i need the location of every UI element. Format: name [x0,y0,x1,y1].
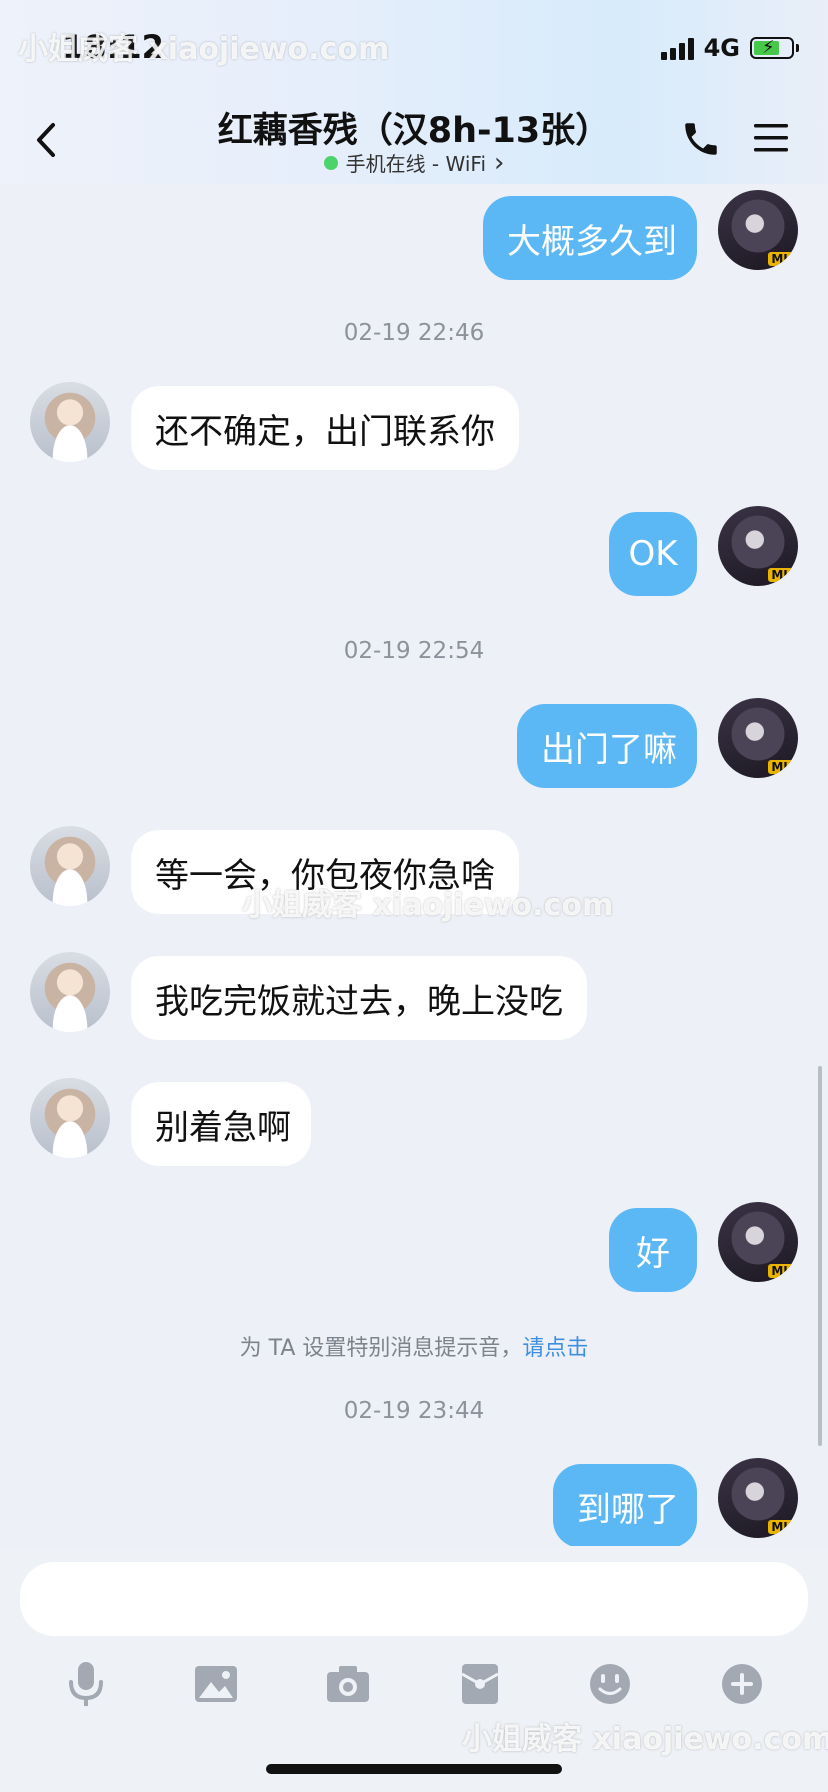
message-input[interactable] [20,1562,808,1636]
status-indicators: 4G ⚡ [660,34,799,62]
message-bubble-incoming[interactable]: 等一会，你包夜你急啥 [131,830,519,914]
chat-header: 18:12 4G ⚡ 红藕香残（汉8h-13张） 手机在线 - WiFi › [0,0,828,184]
camera-button[interactable] [318,1654,378,1714]
message-bubble-incoming[interactable]: 别着急啊 [131,1082,311,1166]
my-avatar[interactable]: MU [718,698,798,778]
camera-icon [327,1666,369,1702]
contact-avatar[interactable] [30,382,110,462]
scrollbar[interactable] [818,1066,822,1446]
message-timestamp: 02-19 22:54 [343,638,485,664]
voice-call-button[interactable] [680,118,722,160]
message-timestamp: 02-19 23:44 [343,1398,485,1424]
message-bubble-incoming[interactable]: 还不确定，出门联系你 [131,386,519,470]
phone-icon [685,123,717,155]
microphone-icon [69,1662,103,1706]
battery-icon: ⚡ [750,37,799,59]
home-indicator[interactable] [266,1764,562,1774]
my-avatar[interactable]: MU [718,1202,798,1282]
emoji-button[interactable] [580,1654,640,1714]
my-avatar[interactable]: MU [718,1458,798,1538]
message-bubble-outgoing[interactable]: 好 [609,1208,697,1292]
composer [0,1546,828,1792]
notification-tone-tip: 为 TA 设置特别消息提示音，请点击 [0,1330,828,1362]
message-bubble-outgoing[interactable]: 出门了嘛 [517,704,697,788]
network-type: 4G [703,34,740,62]
contact-avatar[interactable] [30,952,110,1032]
tip-link[interactable]: 请点击 [522,1336,588,1361]
image-icon [195,1666,237,1702]
voice-button[interactable] [56,1654,116,1714]
online-dot [323,155,338,170]
red-packet-button[interactable] [450,1654,510,1714]
plus-icon [722,1664,762,1704]
emoji-icon [590,1664,630,1704]
my-avatar[interactable]: MU [718,190,798,270]
more-button[interactable] [712,1654,772,1714]
tip-text: 为 TA 设置特别消息提示音， [239,1336,523,1361]
red-packet-icon [461,1664,499,1704]
chevron-right-icon: › [494,147,505,178]
online-status-text: 手机在线 - WiFi [345,152,487,176]
chat-settings-button[interactable] [752,120,790,156]
signal-strength-icon [660,36,694,60]
contact-avatar[interactable] [30,826,110,906]
image-button[interactable] [186,1654,246,1714]
status-time: 18:12 [62,28,164,66]
message-bubble-outgoing[interactable]: 到哪了 [553,1464,697,1548]
message-bubble-incoming[interactable]: 我吃完饭就过去，晚上没吃 [131,956,587,1040]
message-bubble-outgoing[interactable]: OK [609,512,697,596]
hamburger-menu-icon [754,124,788,152]
my-avatar[interactable]: MU [718,506,798,586]
contact-avatar[interactable] [30,1078,110,1158]
message-timestamp: 02-19 22:46 [343,320,485,346]
message-bubble-outgoing[interactable]: 大概多久到 [483,196,697,280]
